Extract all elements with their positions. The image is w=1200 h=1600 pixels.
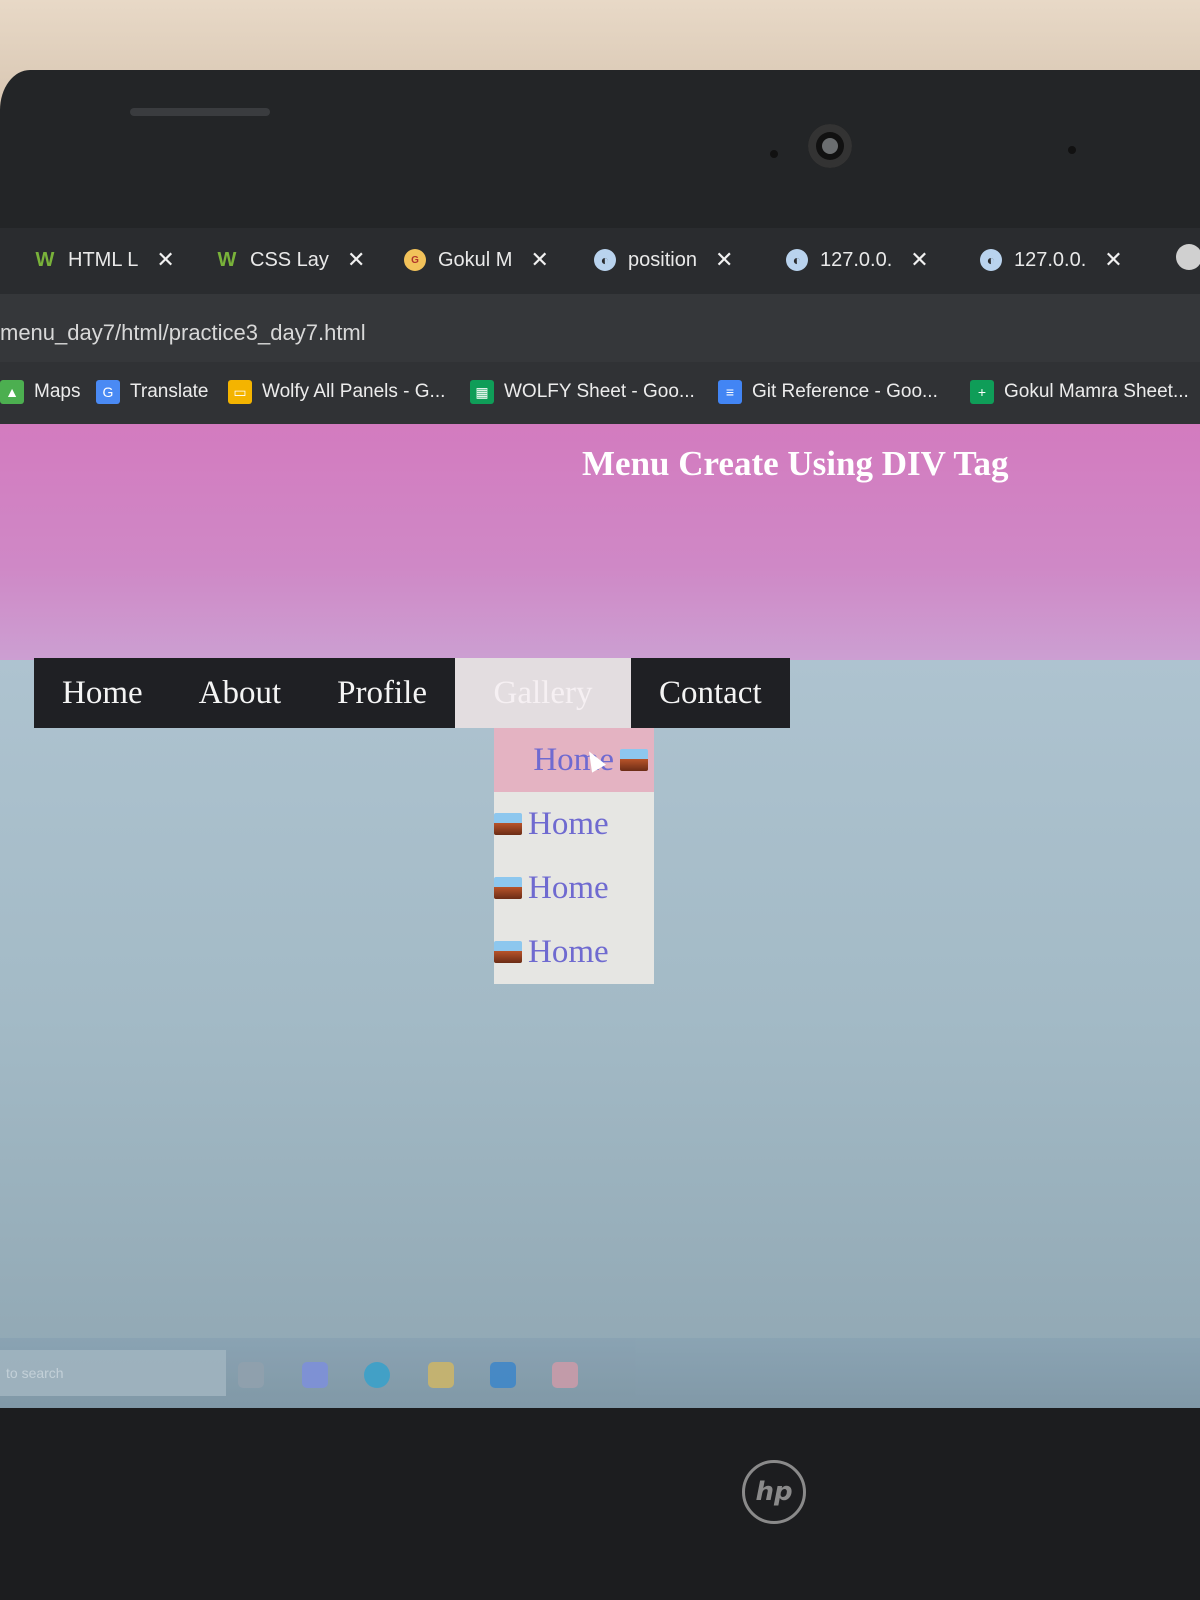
bookmark-maps[interactable]: ▲ Maps <box>0 380 80 404</box>
vscode-icon[interactable] <box>490 1362 516 1388</box>
bookmark-label: WOLFY Sheet - Goo... <box>504 381 695 402</box>
landscape-image-icon <box>494 941 522 963</box>
page-title: Menu Create Using DIV Tag <box>582 444 1009 483</box>
bookmarks-bar: ▲ Maps G Translate ▭ Wolfy All Panels - … <box>0 362 1200 424</box>
address-bar[interactable]: menu_day7/html/practice3_day7.html <box>0 294 1200 362</box>
sensor-dot <box>770 150 778 158</box>
dropdown-item-label: Home <box>528 805 609 842</box>
main-menu: Home About Profile Gallery Contact <box>34 658 790 728</box>
w3schools-icon: W <box>35 248 55 271</box>
dropdown-item[interactable]: Home <box>494 856 654 920</box>
task-view-icon[interactable] <box>238 1362 264 1388</box>
slides-icon: ▭ <box>228 380 252 404</box>
sheets-icon: + <box>970 380 994 404</box>
close-tab-icon[interactable]: ✕ <box>1104 247 1122 273</box>
chrome-icon[interactable] <box>552 1362 578 1388</box>
bookmark-git-reference[interactable]: ≡ Git Reference - Goo... <box>718 380 938 404</box>
bookmark-gokul-sheet[interactable]: + Gokul Mamra Sheet... <box>970 380 1189 404</box>
bookmark-translate[interactable]: G Translate <box>96 380 209 404</box>
sheets-icon: ▦ <box>470 380 494 404</box>
page-header: Menu Create Using DIV Tag <box>0 424 1200 660</box>
webcam-lens <box>822 138 838 154</box>
menu-item-profile[interactable]: Profile <box>309 658 455 728</box>
edge-icon[interactable] <box>364 1362 390 1388</box>
tab-label: CSS Lay <box>250 248 329 271</box>
bookmark-wolfy-panels[interactable]: ▭ Wolfy All Panels - G... <box>228 380 445 404</box>
close-tab-icon[interactable]: ✕ <box>530 247 548 273</box>
laptop-bezel-top <box>0 70 1200 230</box>
globe-icon: ◐ <box>980 249 1002 271</box>
close-tab-icon[interactable]: ✕ <box>715 247 733 273</box>
landscape-image-icon <box>494 877 522 899</box>
bookmark-wolfy-sheet[interactable]: ▦ WOLFY Sheet - Goo... <box>470 380 695 404</box>
tab-label: HTML L <box>68 248 139 271</box>
browser-tab[interactable]: G Gokul M ✕ <box>404 242 549 278</box>
sensor-dot <box>1068 146 1076 154</box>
browser-tab[interactable]: W HTML L ✕ <box>34 242 175 278</box>
landscape-image-icon <box>494 813 522 835</box>
file-explorer-icon[interactable] <box>428 1362 454 1388</box>
landscape-image-icon <box>620 749 648 771</box>
tab-label: 127.0.0. <box>1014 248 1087 271</box>
bezel-highlight <box>130 108 270 116</box>
browser-tab-strip: W HTML L ✕ W CSS Lay ✕ G Gokul M ✕ ◐ pos… <box>0 228 1200 294</box>
copilot-icon[interactable] <box>302 1362 328 1388</box>
url-text[interactable]: menu_day7/html/practice3_day7.html <box>0 320 366 346</box>
browser-tab[interactable]: ◐ 127.0.0. ✕ <box>980 242 1123 278</box>
chatgpt-tab-icon[interactable] <box>1176 244 1200 270</box>
bookmark-label: Translate <box>130 381 209 402</box>
dropdown-item[interactable]: Home <box>494 792 654 856</box>
tab-label: Gokul M <box>438 248 513 271</box>
close-tab-icon[interactable]: ✕ <box>347 247 365 273</box>
translate-icon: G <box>96 380 120 404</box>
dropdown-item[interactable]: Home <box>494 728 654 792</box>
maps-icon: ▲ <box>0 380 24 404</box>
menu-item-gallery[interactable]: Gallery <box>454 658 631 728</box>
gallery-dropdown: Home Home Home Home <box>494 728 654 984</box>
globe-icon: ◐ <box>594 249 616 271</box>
windows-taskbar: to search <box>0 1338 1200 1408</box>
menu-item-contact[interactable]: Contact <box>630 658 790 728</box>
close-tab-icon[interactable]: ✕ <box>910 247 928 273</box>
laptop-screen: W HTML L ✕ W CSS Lay ✕ G Gokul M ✕ ◐ pos… <box>0 228 1200 1408</box>
web-page: Menu Create Using DIV Tag Home About Pro… <box>0 424 1200 1408</box>
menu-item-about[interactable]: About <box>170 658 310 728</box>
gokul-icon: G <box>404 249 426 271</box>
bookmark-label: Gokul Mamra Sheet... <box>1004 381 1189 402</box>
menu-item-home[interactable]: Home <box>34 658 171 728</box>
tab-label: position <box>628 248 697 271</box>
dropdown-item-label: Home <box>528 869 609 906</box>
browser-tab[interactable]: W CSS Lay ✕ <box>216 242 366 278</box>
bookmark-label: Wolfy All Panels - G... <box>262 381 446 402</box>
hp-logo: hp <box>742 1460 806 1524</box>
dropdown-item[interactable]: Home <box>494 920 654 984</box>
tab-label: 127.0.0. <box>820 248 893 271</box>
taskbar-search[interactable]: to search <box>0 1350 226 1396</box>
browser-tab[interactable]: ◐ 127.0.0. ✕ <box>786 242 929 278</box>
bookmark-label: Maps <box>34 381 81 402</box>
close-tab-icon[interactable]: ✕ <box>156 247 174 273</box>
webcam-icon <box>808 124 852 168</box>
w3schools-icon: W <box>217 248 237 271</box>
bookmark-label: Git Reference - Goo... <box>752 381 938 402</box>
docs-icon: ≡ <box>718 380 742 404</box>
laptop-bezel-bottom: hp <box>0 1408 1200 1600</box>
browser-tab[interactable]: ◐ position ✕ <box>594 242 733 278</box>
dropdown-item-label: Home <box>528 933 609 970</box>
globe-icon: ◐ <box>786 249 808 271</box>
